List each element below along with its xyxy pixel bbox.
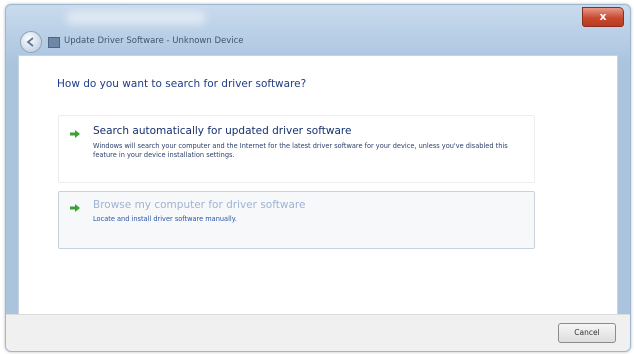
green-arrow-icon xyxy=(70,130,80,138)
dialog-footer: Cancel xyxy=(6,314,630,351)
close-button[interactable]: x xyxy=(582,7,624,27)
device-icon xyxy=(48,37,60,48)
cancel-button[interactable]: Cancel xyxy=(558,323,616,343)
back-button[interactable] xyxy=(20,31,42,53)
back-arrow-icon xyxy=(26,37,34,47)
page-heading: How do you want to search for driver sof… xyxy=(57,78,307,90)
option-description: Locate and install driver software manua… xyxy=(93,215,237,223)
option-title: Browse my computer for driver software xyxy=(93,199,306,211)
title-bar: x Update Driver Software - Unknown Devic… xyxy=(6,5,630,61)
title-bar-glass xyxy=(66,11,206,25)
update-driver-dialog: x Update Driver Software - Unknown Devic… xyxy=(5,4,631,352)
main-panel: How do you want to search for driver sof… xyxy=(18,55,618,319)
browse-computer-option[interactable]: Browse my computer for driver software L… xyxy=(58,191,535,249)
option-description: Windows will search your computer and th… xyxy=(93,142,508,159)
window-title: Update Driver Software - Unknown Device xyxy=(64,36,244,46)
search-automatically-option[interactable]: Search automatically for updated driver … xyxy=(58,115,535,183)
green-arrow-icon xyxy=(70,204,80,212)
option-title: Search automatically for updated driver … xyxy=(93,125,352,137)
